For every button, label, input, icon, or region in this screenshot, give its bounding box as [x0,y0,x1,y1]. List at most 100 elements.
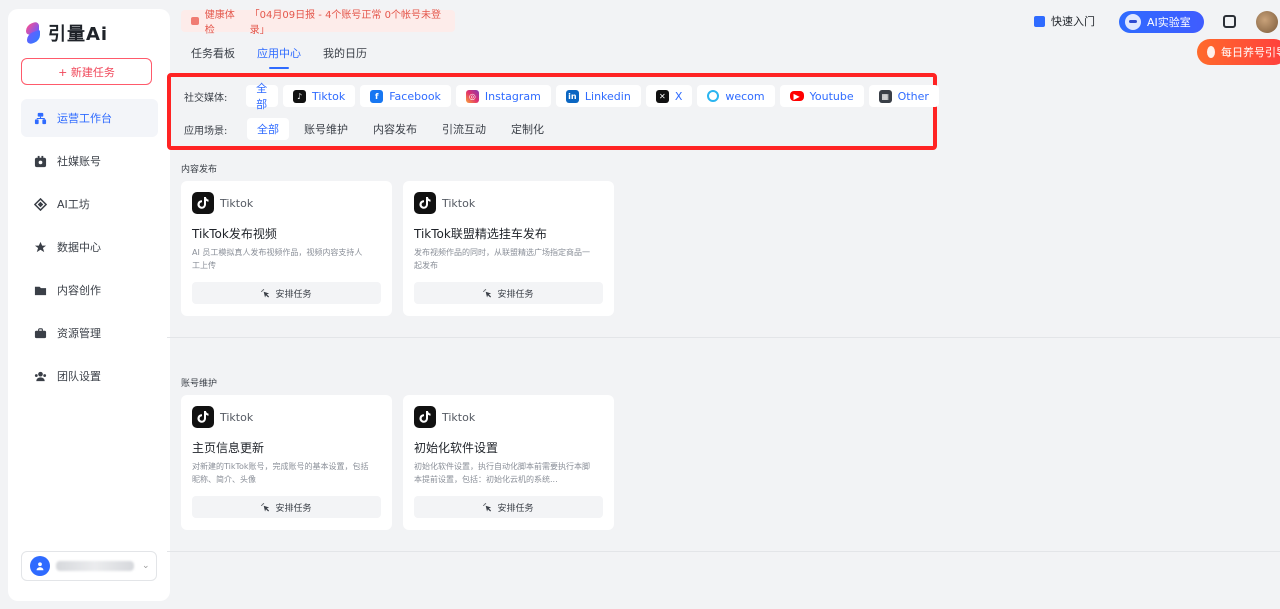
filter-social-linkedin[interactable]: in Linkedin [555,85,641,107]
chip-label: 全部 [256,82,268,111]
tiktok-icon [414,406,436,428]
tiktok-icon [192,192,214,214]
tab-app-center[interactable]: 应用中心 [257,45,301,69]
ai-lab-label: AI实验室 [1147,16,1191,29]
sidebar: 引量Ai + 新建任务 运营工作台 社媒账号 AI工坊 数据中心 内容创作 资源… [8,9,170,601]
cursor-click-icon [483,502,492,512]
card-platform: Tiktok [442,196,476,210]
youtube-icon: ▶ [789,91,804,101]
health-icon [191,17,199,25]
app-card[interactable]: Tiktok TikTok发布视频 AI 员工模拟真人发布视频作品，视频内容支持… [181,181,392,316]
filter-social-facebook[interactable]: f Facebook [360,85,451,107]
sidebar-item-label: 数据中心 [57,241,101,254]
chip-label: Instagram [484,89,541,103]
sidebar-item-label: 运营工作台 [57,112,112,125]
alert-message: 「04月09日报 - 4个账号正常 0个帐号未登录」 [249,10,441,36]
card-title: 初始化软件设置 [414,441,499,455]
quick-start-link[interactable]: 快速入门 [1034,13,1095,29]
sidebar-item-label: 内容创作 [57,284,101,297]
filter-scene-content-publishing[interactable]: 内容发布 [363,118,427,140]
ai-lab-button[interactable]: AI实验室 [1119,11,1204,33]
sidebar-item-workbench[interactable]: 运营工作台 [21,99,158,137]
section-title-account-maintenance: 账号维护 [181,379,218,389]
user-switcher[interactable]: ⌄ [21,551,157,581]
brand-name: 引量Ai [48,24,109,45]
ai-workshop-icon [34,197,47,211]
schedule-task-button[interactable]: 安排任务 [414,282,603,304]
filter-scene-traffic-interaction[interactable]: 引流互动 [432,118,496,140]
card-platform: Tiktok [220,196,254,210]
other-icon: ▦ [878,89,892,103]
card-description: AI 员工模拟真人发布视频作品，视频内容支持人工上传 [192,248,363,270]
button-label: 安排任务 [275,289,312,300]
social-filter-row: 社交媒体: 全部 ♪ Tiktok f Facebook ◎ Instagram… [184,82,939,111]
facebook-icon: f [370,89,384,103]
health-check-alert[interactable]: 健康体检 「04月09日报 - 4个账号正常 0个帐号未登录」 [181,10,455,36]
button-label: 安排任务 [275,503,312,514]
sidebar-item-social-accounts[interactable]: 社媒账号 [21,142,158,180]
filter-social-instagram[interactable]: ◎ Instagram [455,85,551,107]
wecom-icon [707,90,720,102]
filter-social-all[interactable]: 全部 [246,82,278,111]
filter-social-youtube[interactable]: ▶ Youtube [779,85,864,107]
tab-task-board[interactable]: 任务看板 [191,45,235,69]
chip-label: Linkedin [584,89,631,103]
button-label: 安排任务 [497,503,534,514]
sidebar-item-label: AI工坊 [57,198,90,211]
brand-logo[interactable]: 引量Ai [24,20,108,46]
user-name-redacted [56,561,134,571]
filter-scene-all[interactable]: 全部 [247,118,289,140]
tiktok-icon [414,192,436,214]
cursor-click-icon [483,288,492,298]
filter-social-other[interactable]: ▦ Other [868,85,939,107]
x-icon: ✕ [655,89,669,103]
tiktok-icon [192,406,214,428]
app-card[interactable]: Tiktok 主页信息更新 对新建的TikTok账号，完成账号的基本设置，包括昵… [181,395,392,530]
section-divider [167,337,1280,338]
sidebar-item-team-settings[interactable]: 团队设置 [21,357,158,395]
section-divider [167,551,1280,552]
schedule-task-button[interactable]: 安排任务 [192,282,381,304]
card-title: TikTok联盟精选挂车发布 [414,227,547,241]
section-title-content-publishing: 内容发布 [181,165,218,175]
new-task-button[interactable]: + 新建任务 [21,58,152,85]
chip-label: Facebook [389,89,441,103]
chevron-down-icon: ⌄ [142,561,150,571]
tab-my-calendar[interactable]: 我的日历 [323,45,367,69]
daily-guide-button[interactable]: 每日养号引导 [1197,39,1280,65]
quick-start-label: 快速入门 [1051,15,1095,28]
chip-label: Youtube [809,89,854,103]
logo-icon [24,22,42,44]
filter-scene-account-maintenance[interactable]: 账号维护 [294,118,358,140]
button-label: 安排任务 [497,289,534,300]
daily-guide-label: 每日养号引导 [1221,46,1280,59]
app-card[interactable]: Tiktok 初始化软件设置 初始化软件设置，执行自动化脚本前需要执行本脚本提前… [403,395,614,530]
filter-social-x[interactable]: ✕ X [645,85,693,107]
card-description: 对新建的TikTok账号，完成账号的基本设置，包括昵称、简介、头像 [192,462,369,484]
social-account-icon [34,155,47,168]
screenshot-icon[interactable] [1223,15,1236,28]
schedule-task-button[interactable]: 安排任务 [192,496,381,518]
alert-label: 健康体检 [204,10,235,36]
sidebar-item-label: 资源管理 [57,327,101,340]
sidebar-item-label: 团队设置 [57,370,101,383]
card-platform: Tiktok [442,410,476,424]
card-platform: Tiktok [220,410,254,424]
tiktok-icon: ♪ [293,89,306,103]
schedule-task-button[interactable]: 安排任务 [414,496,603,518]
sidebar-item-resource-management[interactable]: 资源管理 [21,314,158,352]
card-description: 初始化软件设置，执行自动化脚本前需要执行本脚本提前设置，包括：初始化云机的系统.… [414,462,590,484]
filter-social-wecom[interactable]: wecom [697,85,775,107]
card-title: TikTok发布视频 [192,227,277,241]
avatar[interactable] [1256,11,1278,33]
sidebar-item-ai-workshop[interactable]: AI工坊 [21,185,158,223]
social-filter-label: 社交媒体: [184,92,228,104]
app-card[interactable]: Tiktok TikTok联盟精选挂车发布 发布视频作品的同时，从联盟精选广场指… [403,181,614,316]
book-icon [1034,15,1045,27]
filter-social-tiktok[interactable]: ♪ Tiktok [283,85,356,107]
sidebar-item-data-center[interactable]: 数据中心 [21,228,158,266]
sidebar-item-content-creation[interactable]: 内容创作 [21,271,158,309]
filter-scene-custom[interactable]: 定制化 [501,118,554,140]
robot-icon [1125,14,1141,30]
card-description: 发布视频作品的同时，从联盟精选广场指定商品一起发布 [414,248,590,270]
